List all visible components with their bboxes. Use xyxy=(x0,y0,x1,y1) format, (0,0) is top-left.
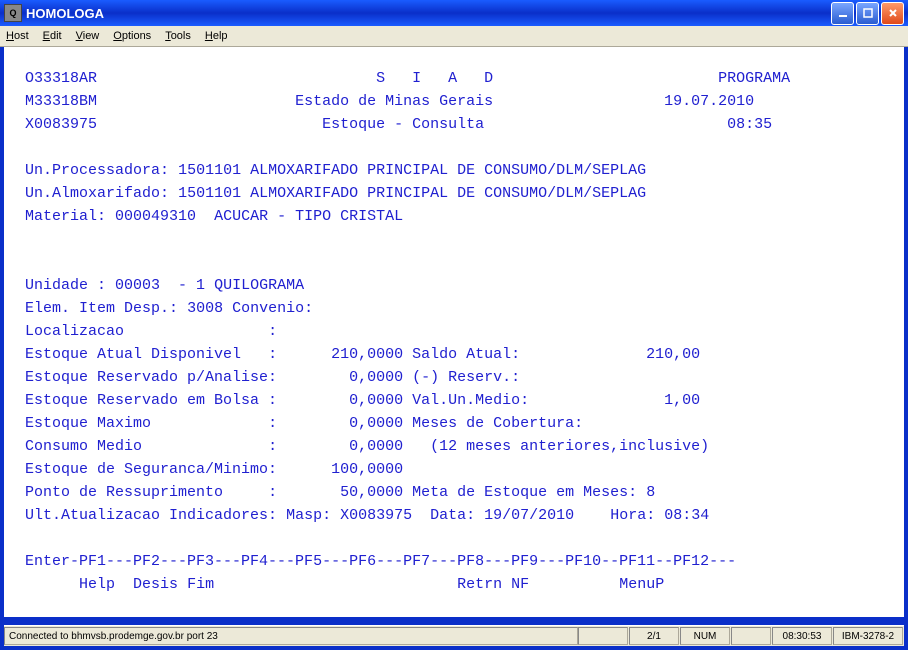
status-clock: 08:30:53 xyxy=(772,627,832,645)
menu-view[interactable]: View xyxy=(76,30,100,42)
menu-host[interactable]: Host xyxy=(6,30,29,42)
minimize-button[interactable] xyxy=(831,2,854,25)
app-window: Q HOMOLOGA Host Edit View Options Tools … xyxy=(0,0,908,650)
status-bar: Connected to bhmvsb.prodemge.gov.br port… xyxy=(4,625,904,646)
terminal-content: O33318AR S I A D PROGRAMA M33318BM Estad… xyxy=(16,67,892,596)
status-term: IBM-3278-2 xyxy=(833,627,903,645)
menu-help[interactable]: Help xyxy=(205,30,228,42)
app-icon: Q xyxy=(4,4,22,22)
status-blank xyxy=(731,627,771,645)
status-num: NUM xyxy=(680,627,730,645)
menu-options[interactable]: Options xyxy=(113,30,151,42)
menu-tools[interactable]: Tools xyxy=(165,30,191,42)
status-connection: Connected to bhmvsb.prodemge.gov.br port… xyxy=(4,627,578,645)
menu-bar: Host Edit View Options Tools Help xyxy=(0,26,908,47)
terminal-area[interactable]: O33318AR S I A D PROGRAMA M33318BM Estad… xyxy=(4,47,904,617)
close-button[interactable] xyxy=(881,2,904,25)
maximize-button[interactable] xyxy=(856,2,879,25)
title-bar: Q HOMOLOGA xyxy=(0,0,908,26)
status-cursor: 2/1 xyxy=(629,627,679,645)
window-controls xyxy=(831,2,904,25)
menu-edit[interactable]: Edit xyxy=(43,30,62,42)
status-spacer xyxy=(578,627,628,645)
window-title: HOMOLOGA xyxy=(26,6,831,21)
